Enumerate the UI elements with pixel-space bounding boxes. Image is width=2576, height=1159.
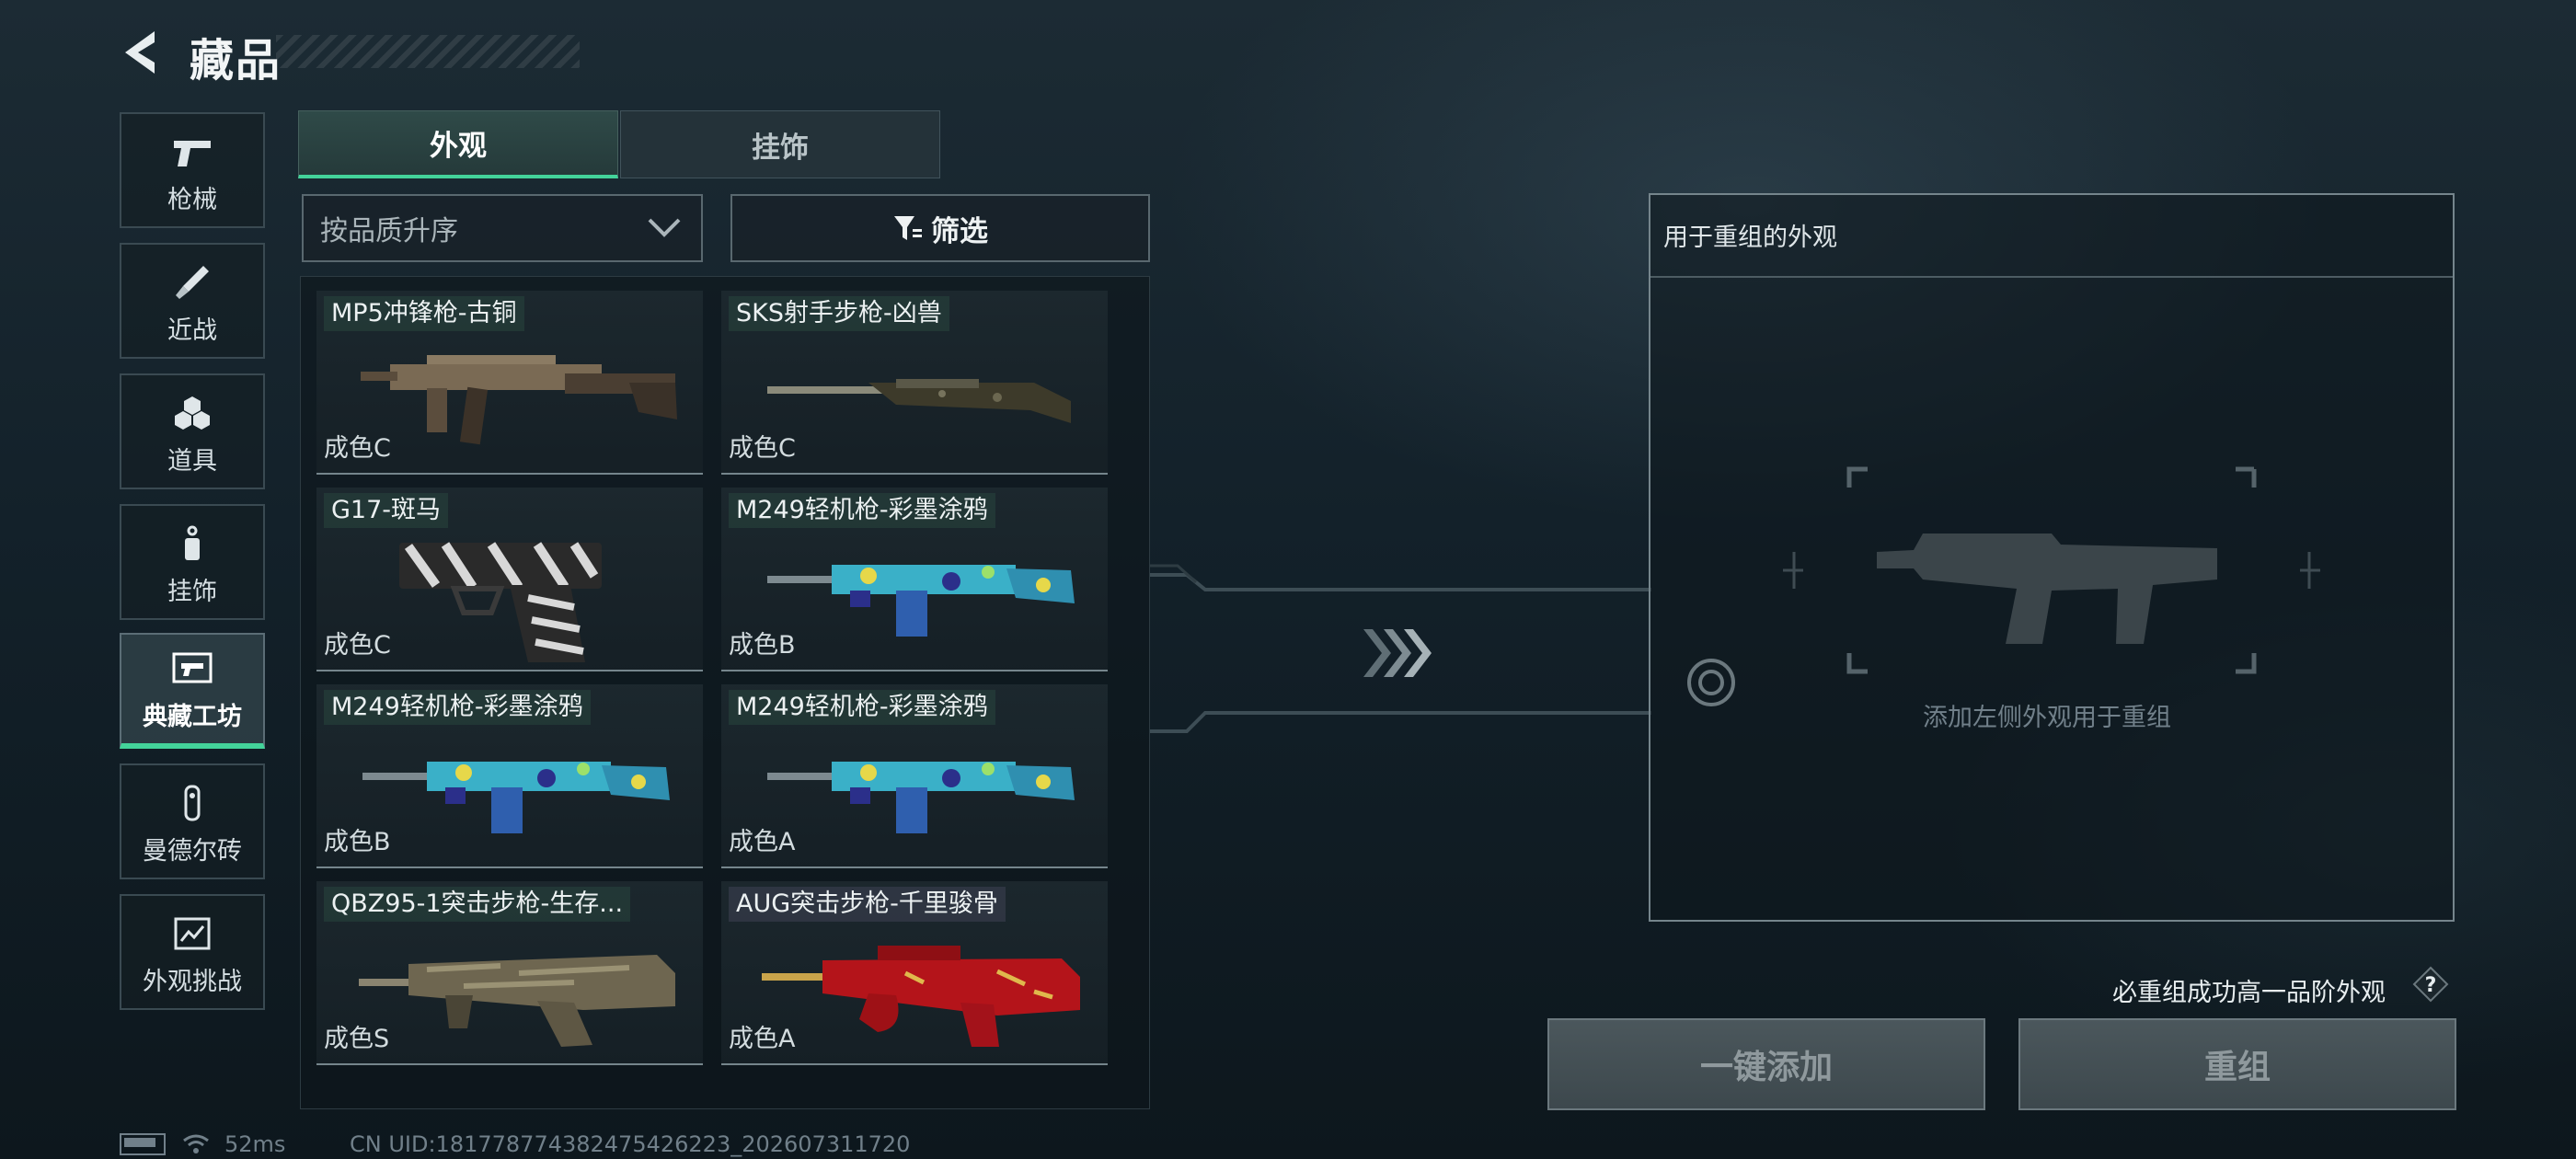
tab-charms[interactable]: 挂饰 (620, 110, 940, 178)
sidebar-item-label: 外观挑战 (143, 968, 242, 996)
recombine-button[interactable]: 重组 (2018, 1018, 2456, 1110)
qbz95-rifle-image (359, 955, 675, 1047)
item-name: M249轻机枪-彩墨涂鸦 (729, 493, 995, 528)
item-name: G17-斑马 (324, 493, 449, 528)
sidebar-item-tools[interactable]: 道具 (120, 373, 265, 489)
weapon-placeholder-icon (1783, 466, 2320, 674)
grenade-icon (175, 396, 210, 430)
knife-icon (176, 266, 209, 299)
item-name: AUG突击步枪-千里骏骨 (729, 887, 1006, 922)
charm-icon (185, 525, 200, 560)
help-icon[interactable]: ? (2412, 966, 2449, 1003)
chevron-down-icon (648, 218, 681, 237)
item-grade: 成色C (324, 631, 391, 660)
svg-text:?: ? (2425, 974, 2437, 997)
m249-lmg-image (362, 762, 670, 833)
sidebar-item-label: 近战 (167, 316, 217, 345)
status-bar: 52ms (120, 1131, 285, 1157)
m249-lmg-image (767, 762, 1075, 833)
mandel-brick-icon (184, 785, 201, 821)
tab-appearance[interactable]: 外观 (298, 110, 618, 178)
item-name: QBZ95-1突击步枪-生存... (324, 887, 631, 922)
item-card[interactable]: QBZ95-1突击步枪-生存... 成色S (316, 881, 703, 1065)
sidebar-item-label: 道具 (167, 447, 217, 476)
sidebar-item-charms[interactable]: 挂饰 (120, 504, 265, 620)
mp5-smg-image (361, 355, 677, 445)
filter-icon (894, 216, 922, 240)
workshop-icon (172, 652, 213, 683)
sidebar-item-workshop[interactable]: 典藏工坊 (120, 633, 265, 749)
filter-label: 筛选 (931, 214, 988, 248)
item-card[interactable]: M249轻机枪-彩墨涂鸦 成色B (721, 488, 1108, 671)
item-grade: 成色B (729, 631, 796, 660)
panel-divider (1650, 276, 2453, 278)
challenge-icon (174, 917, 211, 950)
item-name: M249轻机枪-彩墨涂鸦 (324, 690, 591, 725)
triple-chevron-icon (1363, 629, 1432, 677)
item-grade: 成色C (324, 434, 391, 463)
item-grade: 成色A (729, 828, 796, 856)
filter-button[interactable]: 筛选 (730, 194, 1150, 262)
item-card[interactable]: SKS射手步枪-凶兽 成色C (721, 291, 1108, 475)
sidebar-item-label: 曼德尔砖 (143, 837, 242, 866)
sidebar-item-label: 典藏工坊 (143, 703, 242, 731)
add-all-button[interactable]: 一键添加 (1547, 1018, 1985, 1110)
wifi-icon (183, 1134, 209, 1153)
battery-icon (120, 1133, 166, 1155)
sidebar-item-label: 枪械 (167, 186, 217, 214)
sort-dropdown-label: 按品质升序 (320, 215, 458, 247)
item-card[interactable]: MP5冲锋枪-古铜 成色C (316, 291, 703, 475)
page-title: 藏品 (190, 35, 282, 86)
panel-hint: 添加左侧外观用于重组 (1923, 704, 2171, 732)
item-card[interactable]: G17-斑马 成色C (316, 488, 703, 671)
back-arrow-icon[interactable] (118, 28, 162, 77)
sidebar-item-skin-challenge[interactable]: 外观挑战 (120, 894, 265, 1010)
pistol-icon (174, 141, 211, 166)
target-icon (1687, 659, 1735, 706)
sidebar-item-melee[interactable]: 近战 (120, 243, 265, 359)
m249-lmg-image (767, 565, 1075, 637)
item-name: MP5冲锋枪-古铜 (324, 296, 524, 331)
item-card[interactable]: AUG突击步枪-千里骏骨 成色A (721, 881, 1108, 1065)
panel-title: 用于重组的外观 (1663, 224, 1837, 252)
sidebar-item-mandel-brick[interactable]: 曼德尔砖 (120, 763, 265, 879)
title-decoration (276, 35, 580, 68)
item-grade: 成色C (729, 434, 796, 463)
item-grade: 成色S (324, 1025, 390, 1053)
item-name: SKS射手步枪-凶兽 (729, 296, 949, 331)
item-card[interactable]: M249轻机枪-彩墨涂鸦 成色A (721, 684, 1108, 868)
g17-pistol-image (399, 542, 602, 662)
item-name: M249轻机枪-彩墨涂鸦 (729, 690, 995, 725)
ping-label: 52ms (224, 1131, 286, 1157)
sidebar-item-label: 挂饰 (167, 578, 217, 606)
item-grade: 成色A (729, 1025, 796, 1053)
sort-dropdown[interactable]: 按品质升序 (302, 194, 703, 262)
item-grade: 成色B (324, 828, 391, 856)
sks-rifle-image (767, 379, 1071, 423)
sidebar-item-guns[interactable]: 枪械 (120, 112, 265, 228)
item-card[interactable]: M249轻机枪-彩墨涂鸦 成色B (316, 684, 703, 868)
uid-label: CN UID:1817787743824754262​23_2026073117… (350, 1131, 911, 1157)
aug-rifle-image (762, 946, 1080, 1047)
recombine-note: 必重组成功高一品阶外观 (2112, 979, 2386, 1007)
